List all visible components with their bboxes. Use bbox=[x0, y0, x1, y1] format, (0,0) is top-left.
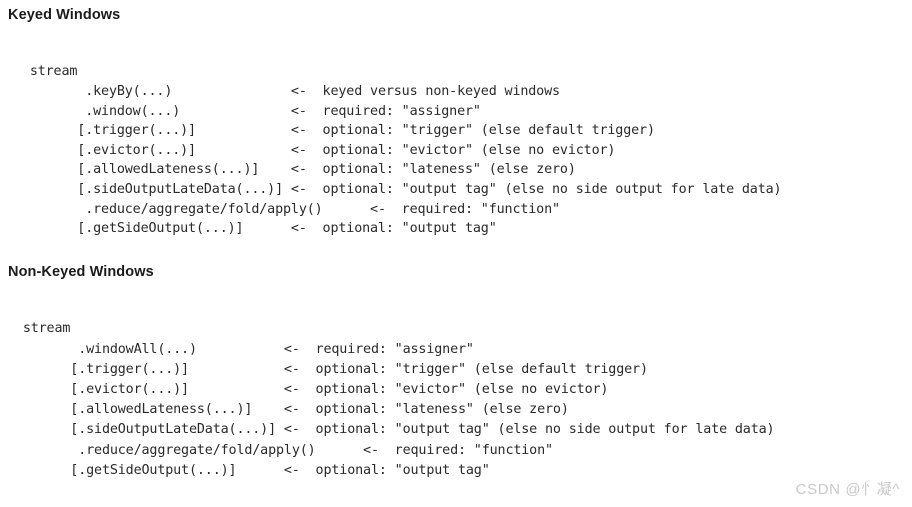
code-line: [.allowedLateness(...)] <- optional: "la… bbox=[14, 162, 576, 178]
code-line: [.getSideOutput(...)] <- optional: "outp… bbox=[14, 221, 497, 237]
code-line: .reduce/aggregate/fold/apply() <- requir… bbox=[14, 201, 560, 217]
code-line: stream bbox=[14, 64, 78, 80]
csdn-watermark: CSDN @忄凝^ bbox=[795, 481, 900, 498]
code-line: [.evictor(...)] <- optional: "evictor" (… bbox=[7, 382, 609, 397]
code-line: [.sideOutputLateData(...)] <- optional: … bbox=[14, 181, 782, 197]
section-heading-non-keyed-windows: Non-Keyed Windows bbox=[8, 264, 154, 280]
code-line: .window(...) <- required: "assigner" bbox=[14, 103, 481, 119]
code-line: [.evictor(...)] <- optional: "evictor" (… bbox=[14, 142, 616, 158]
code-block-non-keyed-windows: stream .windowAll(...) <- required: "ass… bbox=[7, 319, 775, 481]
code-line: .keyBy(...) <- keyed versus non-keyed wi… bbox=[14, 83, 560, 99]
code-block-keyed-windows: stream .keyBy(...) <- keyed versus non-k… bbox=[14, 62, 782, 238]
code-line: [.allowedLateness(...)] <- optional: "la… bbox=[7, 402, 569, 418]
code-line: stream bbox=[7, 321, 71, 337]
code-line: [.sideOutputLateData(...)] <- optional: … bbox=[7, 422, 775, 438]
code-line: .reduce/aggregate/fold/apply() <- requir… bbox=[7, 442, 553, 458]
code-line: [.trigger(...)] <- optional: "trigger" (… bbox=[14, 123, 655, 139]
code-line: [.getSideOutput(...)] <- optional: "outp… bbox=[7, 462, 490, 478]
code-line: .windowAll(...) <- required: "assigner" bbox=[7, 341, 474, 357]
section-heading-keyed-windows: Keyed Windows bbox=[8, 7, 121, 23]
code-line: [.trigger(...)] <- optional: "trigger" (… bbox=[7, 361, 648, 377]
document-page: Keyed Windows stream .keyBy(...) <- keye… bbox=[0, 0, 912, 507]
